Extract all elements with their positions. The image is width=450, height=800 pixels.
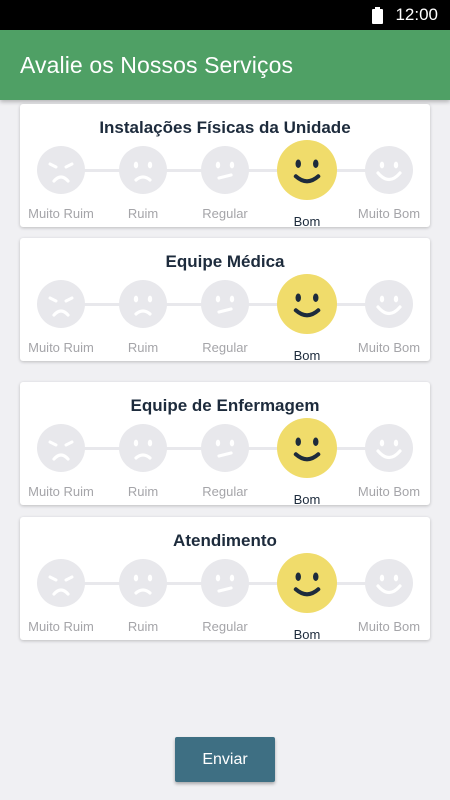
smile-face-icon[interactable] [276,273,338,335]
rating-option-label: Muito Ruim [28,484,94,499]
rating-option-label: Muito Bom [357,206,421,221]
sad-face-icon[interactable] [118,279,168,329]
very-sad-face-icon[interactable] [36,423,86,473]
status-bar: 12:00 [0,0,450,30]
rating-option-label: Muito Bom [357,484,421,499]
rating-option-label: Regular [202,340,248,355]
rating-option-label: Bom [293,348,321,363]
big-smile-face-icon[interactable] [364,279,414,329]
submit-button[interactable]: Enviar [175,737,275,782]
rating-card: Instalações Físicas da Unidade Muito Ruim… [20,104,430,229]
rating-card-title: Instalações Físicas da Unidade [99,118,351,137]
big-smile-face-icon[interactable] [364,558,414,608]
app-bar: Avalie os Nossos Serviços [0,30,450,100]
rating-option-label: Muito Bom [357,340,421,355]
rating-card: Equipe Médica Muito Ruim Ruim Regular Bom Mui… [20,238,430,363]
battery-full-icon [372,6,384,24]
rating-option-label: Regular [202,206,248,221]
rating-card: Atendimento Muito Ruim Ruim Regular Bom Muito… [20,517,430,642]
rating-option-label: Regular [202,484,248,499]
smile-face-icon[interactable] [276,417,338,479]
rating-option-label: Bom [293,627,321,642]
rating-card-title: Equipe Médica [165,252,285,271]
sad-face-icon[interactable] [118,145,168,195]
rating-option-label: Muito Ruim [28,206,94,221]
rating-option-label: Muito Bom [357,619,421,634]
smile-face-icon[interactable] [276,139,338,201]
rating-option-label: Bom [293,492,321,507]
big-smile-face-icon[interactable] [364,145,414,195]
rating-card: Equipe de Enfermagem Muito Ruim Ruim Regula… [20,382,430,507]
status-time: 12:00 [395,5,438,24]
neutral-face-icon[interactable] [200,279,250,329]
neutral-face-icon[interactable] [200,558,250,608]
very-sad-face-icon[interactable] [36,558,86,608]
sad-face-icon[interactable] [118,423,168,473]
rating-option-label: Bom [293,214,321,229]
rating-card-title: Atendimento [173,531,277,550]
neutral-face-icon[interactable] [200,423,250,473]
rating-option-label: Ruim [127,619,159,634]
rating-option-label: Muito Ruim [28,340,94,355]
very-sad-face-icon[interactable] [36,145,86,195]
rating-option-label: Ruim [127,206,159,221]
page-title: Avalie os Nossos Serviços [20,51,294,78]
rating-option-label: Muito Ruim [28,619,94,634]
sad-face-icon[interactable] [118,558,168,608]
very-sad-face-icon[interactable] [36,279,86,329]
rating-option-label: Ruim [127,484,159,499]
rating-card-title: Equipe de Enfermagem [130,396,320,415]
neutral-face-icon[interactable] [200,145,250,195]
smile-face-icon[interactable] [276,552,338,614]
rating-option-label: Ruim [127,340,159,355]
rating-option-label: Regular [202,619,248,634]
big-smile-face-icon[interactable] [364,423,414,473]
